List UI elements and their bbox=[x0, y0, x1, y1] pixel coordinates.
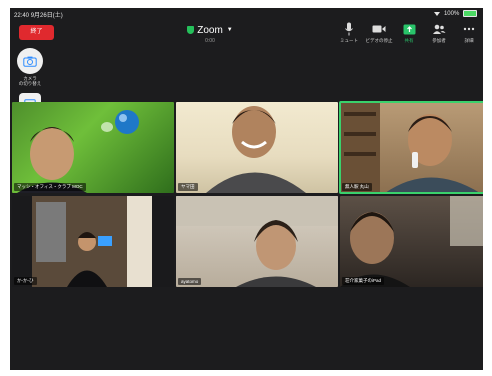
video-tile-1[interactable]: マッシ・オフィス・クラブ MOC bbox=[12, 102, 174, 193]
participant-name: ayatomo bbox=[178, 278, 202, 285]
switch-camera-button[interactable]: カメラ の切り替え bbox=[16, 48, 44, 87]
share-button[interactable]: 共有 bbox=[395, 22, 423, 44]
video-tile-6[interactable]: 荘介家菓子のiPad bbox=[340, 196, 483, 287]
meeting-timer: 0:00 bbox=[205, 38, 215, 44]
participant-video-1 bbox=[17, 110, 139, 193]
video-tile-3[interactable]: 無人駅 丸山 bbox=[339, 101, 483, 194]
participant-video-2 bbox=[206, 106, 306, 193]
participant-name: 無人駅 丸山 bbox=[342, 183, 372, 191]
mute-button[interactable]: ミュート bbox=[335, 22, 363, 44]
participants-button[interactable]: 参加者 bbox=[425, 22, 453, 44]
participants-icon bbox=[433, 24, 446, 34]
participant-video-4 bbox=[32, 196, 152, 287]
meeting-title[interactable]: Zoom ▼ 0:00 bbox=[175, 25, 245, 44]
video-tile-2[interactable]: ヤマ田 bbox=[176, 102, 338, 193]
camera-switch-circle bbox=[17, 48, 43, 74]
video-camera-icon bbox=[372, 25, 386, 33]
zoom-screen: 22:40 9月26日(土) 100% 終了 Zoom ▼ 0:00 ミュート ビ… bbox=[10, 8, 483, 370]
stop-video-button[interactable]: ビデオの停止 bbox=[365, 22, 393, 44]
participant-video-6 bbox=[340, 196, 483, 287]
camera-switch-icon bbox=[23, 56, 37, 67]
status-time-date: 22:40 9月26日(土) bbox=[14, 13, 63, 19]
status-right: 100% bbox=[434, 10, 477, 17]
participant-name: 荘介家菓子のiPad bbox=[342, 277, 385, 285]
participant-video-5 bbox=[176, 196, 338, 287]
chevron-down-icon: ▼ bbox=[226, 27, 233, 34]
participant-name: ヤマ田 bbox=[178, 183, 198, 191]
status-bar: 22:40 9月26日(土) 100% bbox=[10, 8, 483, 20]
battery-percent: 100% bbox=[443, 11, 460, 18]
participant-name: か-か-ひ bbox=[14, 277, 37, 285]
more-button[interactable]: 詳細 bbox=[455, 22, 483, 44]
participant-video-3 bbox=[340, 102, 480, 193]
end-meeting-button[interactable]: 終了 bbox=[19, 25, 54, 40]
shield-icon bbox=[187, 26, 195, 35]
microphone-icon bbox=[345, 22, 353, 36]
video-tile-4[interactable]: か-か-ひ bbox=[12, 196, 174, 287]
more-icon bbox=[463, 27, 475, 31]
wifi-icon bbox=[434, 11, 441, 16]
battery-icon bbox=[463, 10, 477, 17]
share-screen-icon bbox=[403, 24, 415, 34]
participant-name: マッシ・オフィス・クラブ MOC bbox=[14, 183, 86, 191]
video-tile-5[interactable]: ayatomo bbox=[176, 196, 338, 287]
